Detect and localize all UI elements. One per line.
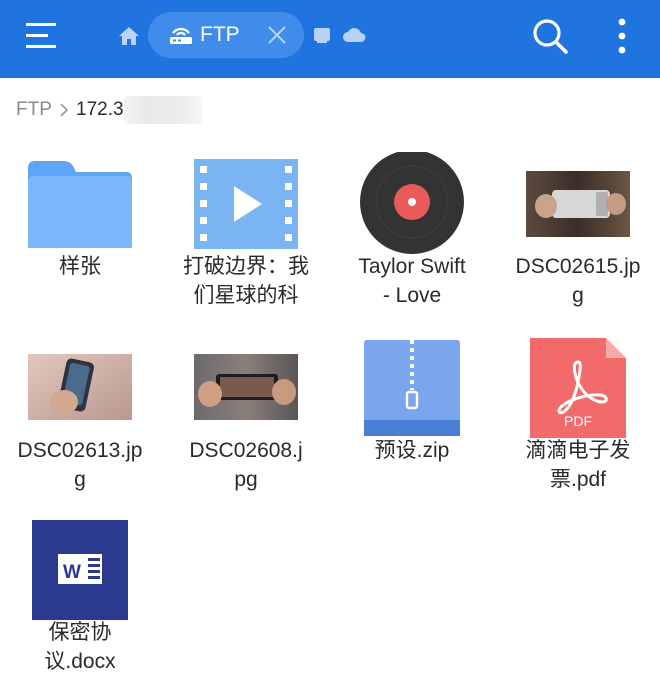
home-icon[interactable] — [118, 25, 140, 47]
search-icon[interactable] — [530, 16, 570, 56]
file-item-pdf[interactable]: PDF 滴滴电子发 票.pdf — [498, 336, 658, 511]
file-name: DSC02613.jp g — [17, 439, 143, 491]
photo-thumbnail-icon — [194, 354, 298, 420]
breadcrumb-current[interactable]: 172.3 — [76, 96, 124, 124]
file-item-folder[interactable]: 样张 — [0, 152, 160, 327]
svg-text:W: W — [63, 562, 81, 583]
file-item-photo[interactable]: DSC02613.jp g — [0, 336, 160, 511]
file-name: 预设.zip — [374, 439, 450, 462]
breadcrumb-root[interactable]: FTP — [16, 96, 52, 124]
file-item-photo[interactable]: DSC02615.jp g — [498, 152, 658, 327]
file-name: 样张 — [59, 255, 101, 278]
folder-icon — [28, 161, 132, 248]
tab-label: FTP — [200, 23, 240, 46]
word-document-icon: W — [32, 520, 128, 620]
tab-ftp[interactable]: FTP — [148, 12, 304, 58]
file-name: 保密协 议.docx — [44, 621, 116, 673]
file-item-zip[interactable]: 预设.zip — [332, 336, 492, 511]
file-item-video[interactable]: 打破边界：我 们星球的科 — [166, 152, 326, 327]
redacted-address-blur — [124, 96, 202, 124]
file-name: 滴滴电子发 票.pdf — [525, 439, 631, 491]
file-name: Taylor Swift - Love — [358, 255, 466, 307]
file-name: DSC02615.jp g — [515, 255, 641, 307]
chevron-right-icon — [60, 103, 69, 117]
video-file-icon — [194, 159, 298, 249]
top-app-bar: FTP — [0, 0, 660, 78]
photo-thumbnail-icon — [526, 171, 630, 237]
window-icon[interactable] — [312, 26, 332, 44]
pdf-file-icon: PDF — [530, 338, 626, 438]
file-item-audio[interactable]: Taylor Swift - Love — [332, 152, 492, 327]
file-name: 打破边界：我 们星球的科 — [183, 255, 309, 307]
file-name: DSC02608.j pg — [189, 439, 303, 491]
file-item-photo[interactable]: DSC02608.j pg — [166, 336, 326, 511]
zip-archive-icon — [364, 340, 460, 436]
close-icon[interactable] — [266, 24, 288, 46]
cloud-icon[interactable] — [342, 26, 366, 44]
hamburger-menu-icon[interactable] — [24, 20, 60, 52]
vinyl-record-icon — [360, 152, 464, 254]
photo-thumbnail-icon — [28, 354, 132, 420]
file-item-word[interactable]: W 保密协 议.docx — [0, 518, 160, 693]
ftp-router-icon — [170, 27, 192, 44]
more-vertical-icon[interactable] — [612, 16, 632, 56]
svg-text:PDF: PDF — [564, 413, 592, 429]
